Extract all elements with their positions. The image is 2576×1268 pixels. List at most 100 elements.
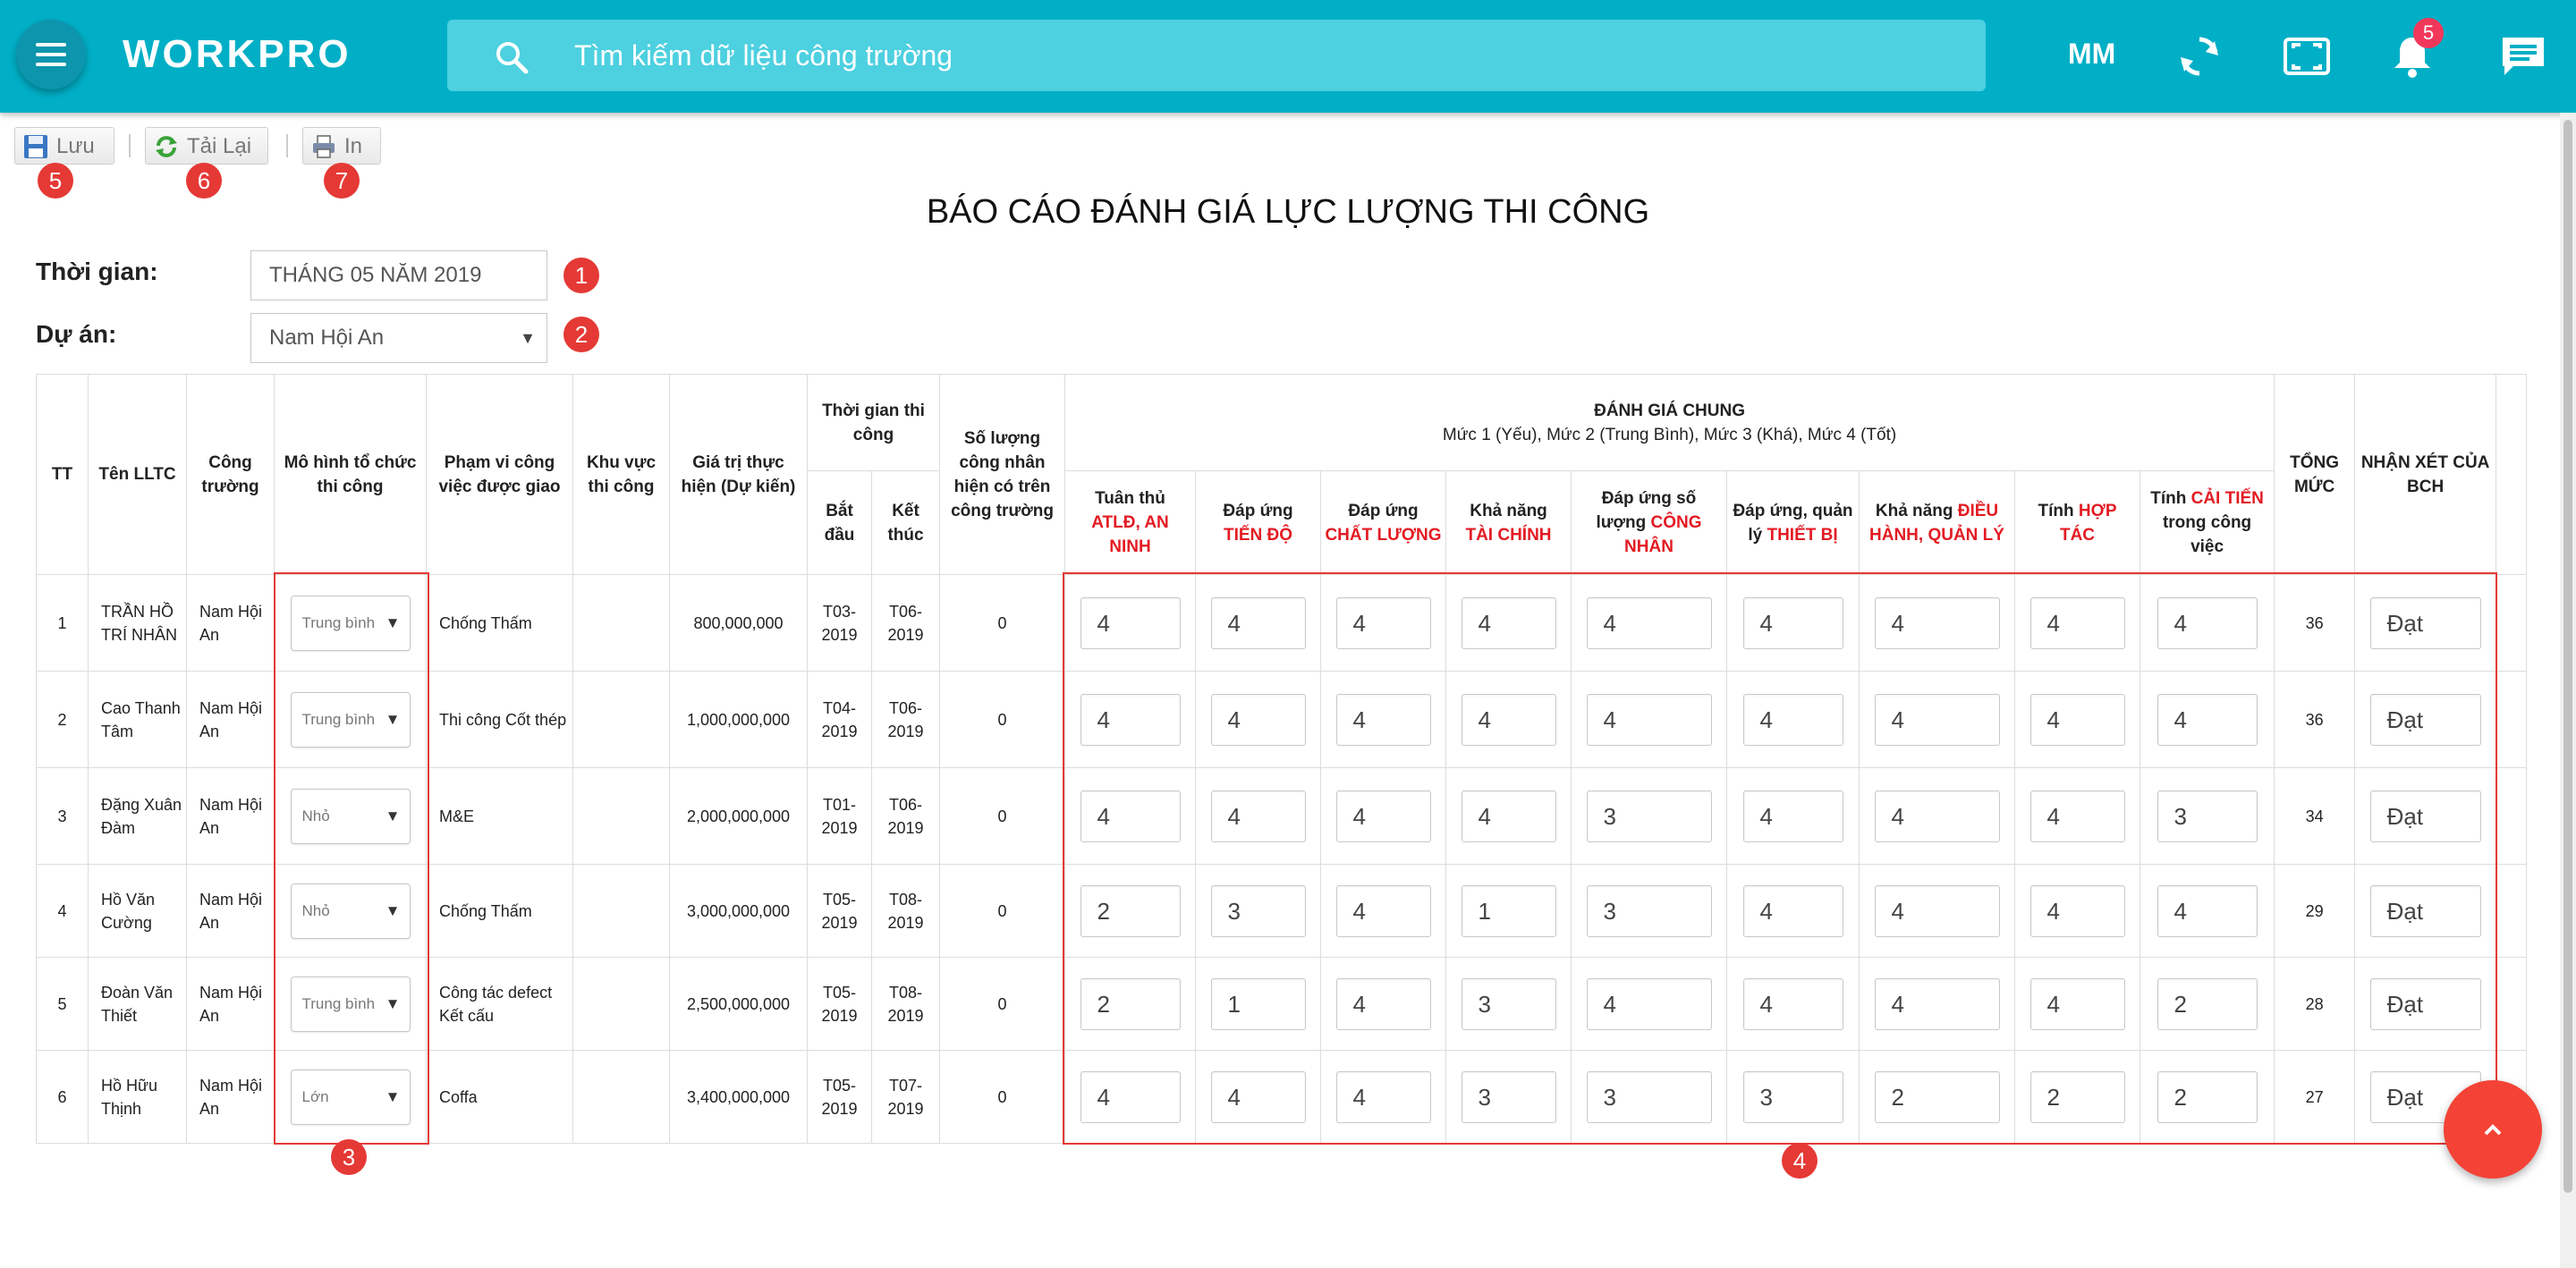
highlight-evaluation-columns bbox=[1063, 572, 2497, 1145]
save-label: Lưu bbox=[56, 134, 95, 158]
row-tt: 5 bbox=[36, 957, 89, 1051]
row-scope: Coffa bbox=[426, 1050, 573, 1144]
header-end: Kết thúc bbox=[871, 470, 940, 575]
header-site: Công trường bbox=[186, 374, 275, 575]
row-value: 800,000,000 bbox=[669, 574, 808, 672]
row-scope: Thi công Cốt thép bbox=[426, 671, 573, 768]
spacer-cell bbox=[2496, 671, 2528, 768]
row-start: T03-2019 bbox=[807, 574, 872, 672]
row-workers: 0 bbox=[939, 574, 1065, 672]
header-criterion-2: Đáp ứng TIẾN ĐỘ bbox=[1195, 470, 1321, 575]
row-end: T08-2019 bbox=[871, 957, 940, 1051]
row-value: 2,500,000,000 bbox=[669, 957, 808, 1051]
row-start: T05-2019 bbox=[807, 864, 872, 958]
row-area bbox=[572, 957, 670, 1051]
row-tt: 2 bbox=[36, 671, 89, 768]
row-tt: 1 bbox=[36, 574, 89, 672]
annotation-marker-2: 2 bbox=[564, 317, 599, 352]
header-tt: TT bbox=[36, 374, 89, 575]
row-scope: Công tác defect Kết cấu bbox=[426, 957, 573, 1051]
hamburger-menu-button[interactable] bbox=[16, 20, 86, 89]
row-start: T04-2019 bbox=[807, 671, 872, 768]
search-bar[interactable]: Tìm kiếm dữ liệu công trường bbox=[447, 20, 1986, 91]
row-end: T07-2019 bbox=[871, 1050, 940, 1144]
menu-icon-line bbox=[36, 43, 66, 46]
header-criterion-8: Tính HỢP TÁC bbox=[2014, 470, 2140, 575]
scrollbar-thumb[interactable] bbox=[2563, 120, 2572, 1193]
header-criterion-6: Đáp ứng, quản lý THIẾT BỊ bbox=[1726, 470, 1860, 575]
row-name: Đặng Xuân Đàm bbox=[88, 767, 187, 865]
row-tt: 3 bbox=[36, 767, 89, 865]
row-site: Nam Hội An bbox=[186, 957, 275, 1051]
dropdown-arrow-icon: ▼ bbox=[520, 329, 536, 347]
row-scope: Chống Thấm bbox=[426, 864, 573, 958]
chevron-up-icon bbox=[2484, 1124, 2502, 1136]
scroll-to-top-button[interactable] bbox=[2444, 1080, 2542, 1179]
row-area bbox=[572, 1050, 670, 1144]
print-button[interactable]: In bbox=[302, 127, 381, 165]
row-name: Cao Thanh Tâm bbox=[88, 671, 187, 768]
time-value: THÁNG 05 NĂM 2019 bbox=[269, 263, 482, 287]
row-site: Nam Hội An bbox=[186, 671, 275, 768]
fullscreen-icon[interactable] bbox=[2283, 32, 2331, 80]
annotation-marker-4: 4 bbox=[1782, 1143, 1818, 1179]
header-criterion-5: Đáp ứng số lượng CÔNG NHÂN bbox=[1571, 470, 1727, 575]
row-site: Nam Hội An bbox=[186, 864, 275, 958]
menu-icon-line bbox=[36, 53, 66, 56]
header-total: TỔNG MỨC bbox=[2274, 374, 2356, 575]
reload-button[interactable]: Tải Lại bbox=[145, 127, 268, 165]
row-start: T05-2019 bbox=[807, 1050, 872, 1144]
header-criterion-3: Đáp ứng CHẤT LƯỢNG bbox=[1320, 470, 1446, 575]
row-end: T06-2019 bbox=[871, 574, 940, 672]
toolbar-divider bbox=[286, 134, 288, 157]
row-area bbox=[572, 864, 670, 958]
toolbar-divider bbox=[129, 134, 131, 157]
row-end: T08-2019 bbox=[871, 864, 940, 958]
spacer-cell bbox=[2496, 574, 2528, 672]
row-site: Nam Hội An bbox=[186, 574, 275, 672]
spacer-cell bbox=[2496, 957, 2528, 1051]
row-site: Nam Hội An bbox=[186, 1050, 275, 1144]
header-evaluation: ĐÁNH GIÁ CHUNG Mức 1 (Yếu), Mức 2 (Trung… bbox=[1063, 374, 2275, 471]
header-comment: NHẬN XÉT CỦA BCH bbox=[2354, 374, 2497, 575]
search-icon bbox=[496, 42, 529, 74]
search-input[interactable]: Tìm kiếm dữ liệu công trường bbox=[574, 38, 953, 73]
header-workers: Số lượng công nhân hiện có trên công trư… bbox=[939, 374, 1065, 575]
project-select[interactable]: Nam Hội An ▼ bbox=[250, 313, 547, 363]
row-end: T06-2019 bbox=[871, 671, 940, 768]
header-criterion-1: Tuân thủ ATLĐ, AN NINH bbox=[1064, 470, 1196, 575]
row-name: Đoàn Văn Thiết bbox=[88, 957, 187, 1051]
save-button[interactable]: Lưu bbox=[14, 127, 114, 165]
header-scope: Phạm vi công việc được giao bbox=[426, 374, 573, 575]
row-value: 3,400,000,000 bbox=[669, 1050, 808, 1144]
row-tt: 6 bbox=[36, 1050, 89, 1144]
user-initials[interactable]: MM bbox=[2068, 38, 2115, 71]
sync-icon[interactable] bbox=[2175, 32, 2224, 80]
row-workers: 0 bbox=[939, 864, 1065, 958]
evaluation-subtitle: Mức 1 (Yếu), Mức 2 (Trung Bình), Mức 3 (… bbox=[1442, 425, 1897, 444]
time-label: Thời gian: bbox=[36, 258, 158, 285]
row-area bbox=[572, 671, 670, 768]
row-area bbox=[572, 767, 670, 865]
app-logo[interactable]: WORKPRO bbox=[123, 32, 352, 77]
header-value: Giá trị thực hiện (Dự kiến) bbox=[669, 374, 808, 575]
header-criterion-4: Khả năng TÀI CHÍNH bbox=[1445, 470, 1572, 575]
header-model: Mô hình tổ chức thi công bbox=[274, 374, 427, 575]
page-scrollbar[interactable] bbox=[2560, 113, 2576, 1268]
annotation-marker-3: 3 bbox=[331, 1139, 367, 1175]
row-scope: Chống Thấm bbox=[426, 574, 573, 672]
annotation-marker-1: 1 bbox=[564, 258, 599, 293]
time-field[interactable]: THÁNG 05 NĂM 2019 bbox=[250, 250, 547, 300]
header-area: Khu vực thi công bbox=[572, 374, 670, 575]
printer-icon bbox=[313, 135, 335, 158]
header-name: Tên LLTC bbox=[88, 374, 187, 575]
project-label: Dự án: bbox=[36, 320, 117, 348]
report-title: BÁO CÁO ĐÁNH GIÁ LỰC LƯỢNG THI CÔNG bbox=[926, 193, 1650, 231]
header-criterion-7: Khả năng ĐIỀU HÀNH, QUẢN LÝ bbox=[1859, 470, 2015, 575]
chat-icon[interactable] bbox=[2499, 32, 2547, 80]
print-label: In bbox=[344, 134, 363, 158]
menu-icon-line bbox=[36, 63, 66, 66]
spacer-cell bbox=[2496, 864, 2528, 958]
evaluation-title: ĐÁNH GIÁ CHUNG bbox=[1594, 401, 1745, 420]
header-start: Bắt đầu bbox=[807, 470, 872, 575]
